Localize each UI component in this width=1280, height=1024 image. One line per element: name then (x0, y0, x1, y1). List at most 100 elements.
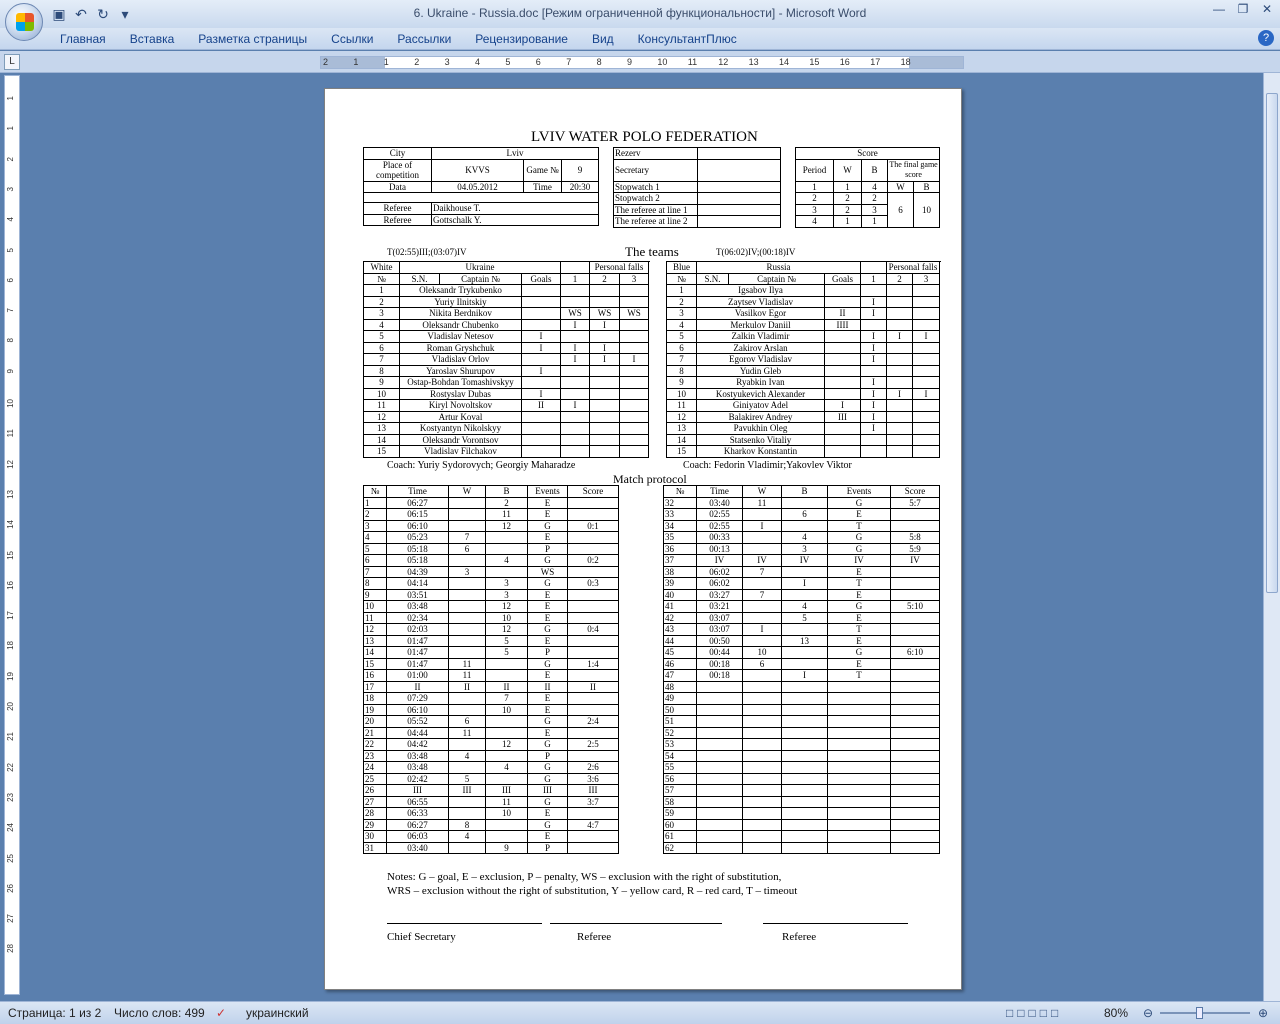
ribbon-tab[interactable]: Главная (48, 30, 118, 48)
player-fall: WS (560, 307, 591, 320)
vertical-ruler[interactable]: 1 1 2 3 4 5 6 7 8 9 10 11 12 13 14 15 16 17 18 19 20 21 22 23 24… (4, 75, 20, 995)
zoom-level[interactable]: 80% (1104, 1006, 1128, 1020)
player-fall: I (860, 387, 888, 400)
protocol-cell: 11 (485, 795, 528, 808)
protocol-cell: 0:2 (567, 554, 619, 567)
player-number: 8 (363, 364, 400, 377)
office-button[interactable] (5, 3, 43, 41)
protocol-cell (742, 508, 782, 521)
protocol-header: W (448, 485, 486, 498)
word-count[interactable]: Число слов: 499 (114, 1006, 205, 1020)
ruler-number: 17 (870, 57, 881, 67)
help-icon[interactable]: ? (1258, 30, 1274, 46)
player-fall (560, 284, 591, 297)
protocol-cell: E (827, 657, 891, 670)
ruler-number: 12 (6, 459, 15, 469)
ribbon-tab[interactable]: Разметка страницы (186, 30, 319, 48)
protocol-cell: 06:55 (386, 795, 449, 808)
protocol-cell: 3 (485, 577, 528, 590)
player-fall (589, 410, 621, 423)
close-icon[interactable]: ✕ (1260, 2, 1274, 16)
player-fall (912, 284, 941, 297)
official-value (697, 215, 781, 228)
ruler-number: 1 (383, 57, 389, 67)
ribbon-tab[interactable]: Вид (580, 30, 626, 48)
player-goals: I (520, 330, 562, 343)
protocol-cell: 06:15 (386, 508, 449, 521)
protocol-cell (567, 531, 619, 544)
player-fall (619, 318, 650, 331)
zoom-in-icon[interactable]: ⊕ (1258, 1006, 1268, 1020)
protocol-cell (567, 508, 619, 521)
page-indicator[interactable]: Страница: 1 из 2 (8, 1006, 101, 1020)
protocol-cell (890, 680, 940, 693)
player-number: 12 (363, 410, 400, 423)
protocol-cell (742, 830, 782, 843)
player-fall (912, 445, 941, 458)
protocol-cell: 12 (485, 738, 528, 751)
place-label: Place of competition (363, 158, 432, 182)
view-buttons[interactable]: □□□□□ (1006, 1006, 1062, 1020)
protocol-cell: G (527, 795, 568, 808)
protocol-cell: 6 (363, 554, 387, 567)
protocol-cell: 47 (663, 669, 697, 682)
ribbon-tab[interactable]: Рецензирование (463, 30, 580, 48)
tab-selector-icon[interactable]: L (4, 54, 20, 70)
ribbon-tab[interactable]: Ссылки (319, 30, 385, 48)
zoom-out-icon[interactable]: ⊖ (1143, 1006, 1153, 1020)
protocol-cell: 01:00 (386, 669, 449, 682)
language-indicator[interactable]: украинский (246, 1006, 309, 1020)
protocol-cell (485, 749, 528, 762)
official-label: Stopwatch 1 (613, 180, 698, 193)
ruler-number: 15 (6, 550, 15, 560)
maximize-icon[interactable]: ❐ (1236, 2, 1250, 16)
minimize-icon[interactable]: — (1212, 2, 1226, 16)
player-goals: III (823, 410, 862, 423)
protocol-cell: 5:8 (890, 531, 940, 544)
ribbon-tab[interactable]: Вставка (118, 30, 187, 48)
player-name: Pavukhin Oleg (696, 422, 825, 435)
ribbon-tab[interactable]: Рассылки (385, 30, 463, 48)
protocol-cell (742, 738, 782, 751)
personal-falls-label: Personal falls (589, 261, 650, 274)
player-fall (560, 422, 591, 435)
protocol-cell (781, 818, 828, 831)
ruler-number: 15 (809, 57, 820, 67)
player-goals (823, 387, 862, 400)
protocol-cell (781, 588, 828, 601)
player-fall (912, 399, 941, 412)
protocol-cell: 13 (363, 634, 387, 647)
protocol-cell: 11 (742, 496, 782, 509)
player-fall (589, 376, 621, 389)
protocol-cell (781, 692, 828, 705)
player-number: 15 (666, 445, 697, 458)
protocol-cell (485, 542, 528, 555)
player-number: 3 (666, 307, 697, 320)
scroll-thumb[interactable] (1266, 93, 1278, 593)
team-header: Captain № (728, 272, 825, 285)
protocol-cell: 30 (363, 830, 387, 843)
player-number: 7 (666, 353, 697, 366)
protocol-cell: T (827, 623, 891, 636)
zoom-slider[interactable] (1160, 1007, 1250, 1019)
protocol-cell: G (527, 623, 568, 636)
player-name: Oleksandr Chubenko (399, 318, 522, 331)
referee-sign-label-1: Referee (577, 931, 612, 943)
vertical-scrollbar[interactable] (1263, 73, 1280, 1001)
player-goals (520, 284, 562, 297)
protocol-cell (781, 680, 828, 693)
ruler-number: 17 (6, 611, 15, 620)
fall-number: 2 (589, 272, 621, 285)
score-cell: 1 (833, 180, 862, 193)
player-goals (520, 295, 562, 308)
ribbon-tab[interactable]: КонсультантПлюс (626, 30, 749, 48)
protocol-cell: G (527, 715, 568, 728)
horizontal-ruler[interactable]: 2 1 1 2 3 4 5 6 7 8 9 10 11 12 13 14 15 16 17 18 (320, 56, 964, 69)
protocol-cell: 25 (363, 772, 387, 785)
document-page[interactable]: LVIV WATER POLO FEDERATION City Lviv Plac… (324, 88, 962, 990)
spellcheck-icon[interactable]: ✓ (216, 1006, 226, 1020)
protocol-cell: III (567, 784, 619, 797)
player-fall (560, 364, 591, 377)
protocol-cell: 61 (663, 830, 697, 843)
player-name: Yuriy Ilnitskiy (399, 295, 522, 308)
